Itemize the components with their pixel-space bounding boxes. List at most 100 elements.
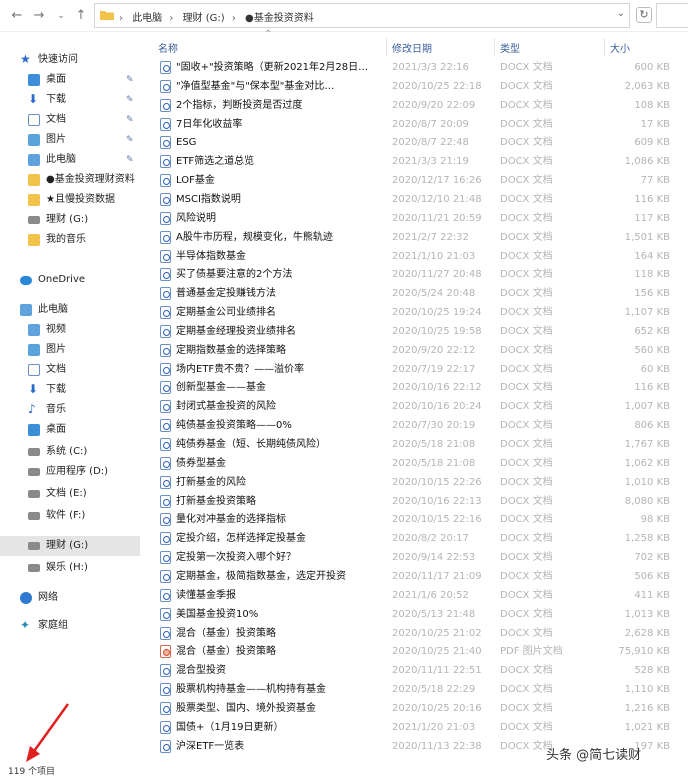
- nav-onedrive[interactable]: OneDrive: [0, 270, 140, 290]
- nav-item-music[interactable]: ♪ 音乐: [0, 400, 140, 420]
- nav-item-videos[interactable]: 视频: [0, 320, 140, 340]
- file-row[interactable]: ESG 2020/8/7 22:48 DOCX 文档 609 KB: [140, 133, 688, 152]
- nav-this-pc[interactable]: 此电脑: [0, 300, 140, 320]
- file-row[interactable]: 打新基金投资策略 2020/10/16 22:13 DOCX 文档 8,080 KB: [140, 492, 688, 511]
- nav-item-qieman-folder[interactable]: ★且慢投资数据: [0, 190, 140, 210]
- recent-dropdown-icon[interactable]: ⌄: [52, 7, 70, 25]
- pictures-icon: [28, 134, 40, 146]
- nav-item-pc-pictures[interactable]: 图片: [0, 340, 140, 360]
- file-row[interactable]: 定期基金公司业绩排名 2020/10/25 19:24 DOCX 文档 1,107 K…: [140, 303, 688, 322]
- crumb-this-pc[interactable]: 此电脑: [132, 13, 162, 24]
- nav-quick-access[interactable]: ★ 快速访问: [0, 50, 140, 70]
- file-row[interactable]: 定投第一次投资入哪个好？ 2020/9/14 22:53 DOCX 文档 702 KB: [140, 548, 688, 567]
- nav-item-drive-c[interactable]: 系统 (C:): [0, 442, 140, 462]
- address-input[interactable]: › 此电脑 › 理财 (G:) › ●基金投资资料 ⌄: [94, 3, 630, 28]
- file-row[interactable]: "固收+"投资策略（更新2021年2月28日… 2021/3/3 22:16 DOC…: [140, 58, 688, 77]
- word-file-icon: [160, 551, 171, 565]
- column-divider[interactable]: [386, 38, 387, 56]
- file-row[interactable]: 纯债基金投资策略——0% 2020/7/30 20:19 DOCX 文档 806 KB: [140, 416, 688, 435]
- file-size: 652 KB: [634, 325, 670, 337]
- file-date: 2021/2/7 22:32: [392, 231, 469, 243]
- pin-icon[interactable]: ✎: [126, 130, 134, 150]
- file-row[interactable]: 2个指标，判断投资是否过度 2020/9/20 22:09 DOCX 文档 108 K…: [140, 96, 688, 115]
- file-size: 117 KB: [634, 212, 670, 224]
- file-row[interactable]: "净值型基金"与"保本型"基金对比… 2020/10/25 22:18 DOCX 文…: [140, 77, 688, 96]
- search-input[interactable]: [656, 3, 688, 28]
- nav-item-downloads[interactable]: ⬇ 下载 ✎: [0, 90, 140, 110]
- file-row[interactable]: 纯债券基金（短、长期纯债风险） 2020/5/18 21:08 DOCX 文档 1,7…: [140, 435, 688, 454]
- file-row[interactable]: ETF筛选之道总览 2021/3/3 21:19 DOCX 文档 1,086 KB: [140, 152, 688, 171]
- file-row[interactable]: 打新基金的风险 2020/10/15 22:26 DOCX 文档 1,010 KB: [140, 473, 688, 492]
- back-arrow-icon[interactable]: ←: [8, 7, 26, 25]
- column-name[interactable]: 名称: [158, 40, 178, 55]
- nav-item-pc-documents[interactable]: 文档: [0, 360, 140, 380]
- file-row[interactable]: MSCI指数说明 2020/12/10 21:48 DOCX 文档 116 KB: [140, 190, 688, 209]
- up-arrow-icon[interactable]: ↑: [72, 7, 90, 25]
- file-row[interactable]: A股牛市历程，规模变化，牛熊轨迹 2021/2/7 22:32 DOCX 文档 1,5…: [140, 228, 688, 247]
- file-row[interactable]: 定投介绍，怎样选择定投基金 2020/8/2 20:17 DOCX 文档 1,258 …: [140, 529, 688, 548]
- file-row[interactable]: 定期基金经理投资业绩排名 2020/10/25 19:58 DOCX 文档 652 K…: [140, 322, 688, 341]
- file-row[interactable]: 读懂基金季报 2021/1/6 20:52 DOCX 文档 411 KB: [140, 586, 688, 605]
- desktop-icon: [28, 74, 40, 86]
- nav-item-fund-folder[interactable]: ●基金投资理财资料: [0, 170, 140, 190]
- nav-item-documents[interactable]: 文档 ✎: [0, 110, 140, 130]
- nav-item-pc-desktop[interactable]: 桌面: [0, 420, 140, 440]
- nav-network[interactable]: 网络: [0, 588, 140, 608]
- file-row[interactable]: 半导体指数基金 2021/1/10 21:03 DOCX 文档 164 KB: [140, 247, 688, 266]
- file-row[interactable]: 债券型基金 2020/5/18 21:08 DOCX 文档 1,062 KB: [140, 454, 688, 473]
- crumb-folder[interactable]: ●基金投资资料: [245, 13, 314, 24]
- nav-item-music-folder[interactable]: 我的音乐: [0, 230, 140, 250]
- crumb-drive[interactable]: 理财 (G:): [183, 13, 225, 24]
- file-row[interactable]: 混合（基金）投资策略 2020/10/25 21:40 PDF 图片文档 75,910…: [140, 642, 688, 661]
- column-divider[interactable]: [604, 38, 605, 56]
- word-file-icon: [160, 61, 171, 74]
- nav-item-drive-d[interactable]: 应用程序 (D:): [0, 462, 140, 482]
- file-row[interactable]: 7日年化收益率 2020/8/7 20:09 DOCX 文档 17 KB: [140, 115, 688, 134]
- breadcrumb: › 此电脑 › 理财 (G:) › ●基金投资资料: [119, 9, 318, 24]
- file-row[interactable]: 国债+（1月19日更新） 2021/1/20 21:03 DOCX 文档 1,021 …: [140, 718, 688, 737]
- file-row[interactable]: 量化对冲基金的选择指标 2020/10/15 22:16 DOCX 文档 98 KB: [140, 510, 688, 529]
- file-row[interactable]: 买了债基要注意的2个方法 2020/11/27 20:48 DOCX 文档 118 K…: [140, 265, 688, 284]
- nav-item-pictures[interactable]: 图片 ✎: [0, 130, 140, 150]
- file-row[interactable]: 股票类型、国内、境外投资基金 2020/10/25 20:16 DOCX 文档 1,2…: [140, 699, 688, 718]
- forward-arrow-icon[interactable]: →: [30, 7, 48, 25]
- file-row[interactable]: 封闭式基金投资的风险 2020/10/16 20:24 DOCX 文档 1,007 K…: [140, 397, 688, 416]
- pin-icon[interactable]: ✎: [126, 70, 134, 90]
- file-row[interactable]: LOF基金 2020/12/17 16:26 DOCX 文档 77 KB: [140, 171, 688, 190]
- nav-item-pc-downloads[interactable]: ⬇ 下载: [0, 380, 140, 400]
- file-name: A股牛市历程，规模变化，牛熊轨迹: [176, 231, 333, 243]
- column-size[interactable]: 大小: [610, 40, 630, 55]
- file-row[interactable]: 创新型基金——基金 2020/10/16 22:12 DOCX 文档 116 KB: [140, 378, 688, 397]
- file-row[interactable]: 美国基金投资10% 2020/5/13 21:48 DOCX 文档 1,013 KB: [140, 605, 688, 624]
- file-date: 2020/5/18 21:08: [392, 457, 476, 469]
- file-name: 封闭式基金投资的风险: [176, 401, 276, 413]
- column-divider[interactable]: [494, 38, 495, 56]
- nav-label: 下载: [46, 94, 66, 105]
- nav-item-drive-f[interactable]: 软件 (F:): [0, 506, 140, 526]
- file-row[interactable]: 定期指数基金的选择策略 2020/9/20 22:12 DOCX 文档 560 KB: [140, 341, 688, 360]
- pin-icon[interactable]: ✎: [126, 150, 134, 170]
- file-row[interactable]: 风险说明 2020/11/21 20:59 DOCX 文档 117 KB: [140, 209, 688, 228]
- nav-item-drive-g[interactable]: 理财 (G:): [0, 536, 140, 556]
- file-name: 打新基金投资策略: [176, 495, 256, 507]
- word-file-icon: [160, 456, 171, 470]
- nav-item-drive-h[interactable]: 娱乐 (H:): [0, 558, 140, 578]
- file-row[interactable]: 股票机构持基金——机构持有基金 2020/5/18 22:29 DOCX 文档 1,1…: [140, 680, 688, 699]
- refresh-icon[interactable]: ↻: [636, 7, 652, 23]
- pin-icon[interactable]: ✎: [126, 90, 134, 110]
- nav-item-drive-g-pinned[interactable]: 理财 (G:): [0, 210, 140, 230]
- file-row[interactable]: 混合（基金）投资策略 2020/10/25 21:02 DOCX 文档 2,628 K…: [140, 624, 688, 643]
- column-type[interactable]: 类型: [500, 40, 520, 55]
- file-row[interactable]: 混合型投资 2020/11/11 22:51 DOCX 文档 528 KB: [140, 661, 688, 680]
- file-row[interactable]: 普通基金定投赚钱方法 2020/5/24 20:48 DOCX 文档 156 KB: [140, 284, 688, 303]
- file-row[interactable]: 定期基金，极简指数基金，选定开投资 2020/11/17 21:09 DOCX 文档…: [140, 567, 688, 586]
- nav-item-drive-e[interactable]: 文档 (E:): [0, 484, 140, 504]
- column-date[interactable]: 修改日期: [392, 40, 432, 55]
- pin-icon[interactable]: ✎: [126, 110, 134, 130]
- nav-item-desktop[interactable]: 桌面 ✎: [0, 70, 140, 90]
- word-file-icon: [160, 739, 171, 753]
- nav-homegroup[interactable]: ✦ 家庭组: [0, 616, 140, 636]
- file-row[interactable]: 场内ETF贵不贵？——溢价率 2020/7/19 22:17 DOCX 文档 60 K…: [140, 360, 688, 379]
- address-dropdown-icon[interactable]: ⌄: [617, 8, 625, 19]
- nav-item-this-pc-pinned[interactable]: 此电脑 ✎: [0, 150, 140, 170]
